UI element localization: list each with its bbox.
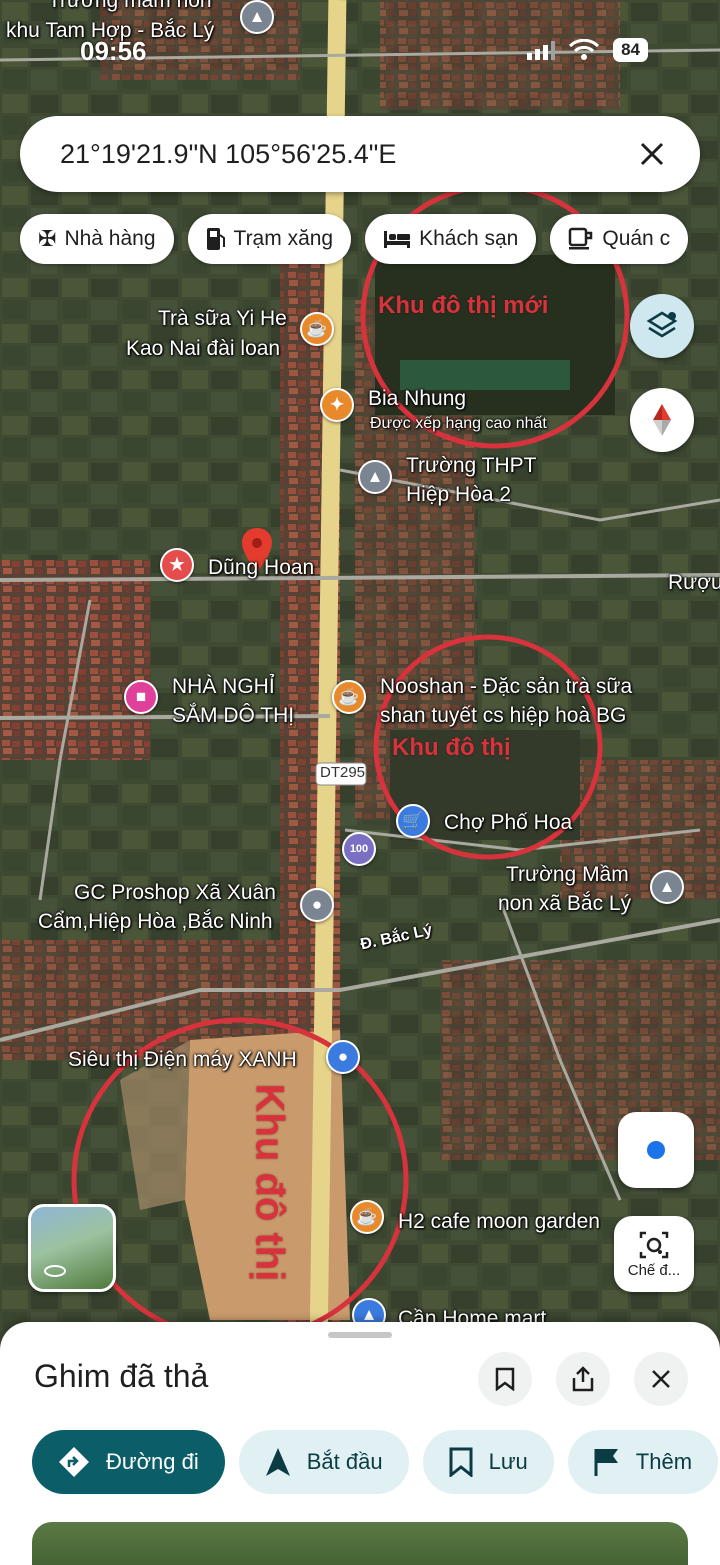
coffee-icon bbox=[569, 227, 593, 250]
street-view-thumbnail[interactable] bbox=[28, 1204, 116, 1292]
layers-button[interactable] bbox=[630, 294, 694, 358]
action-label: Bắt đầu bbox=[306, 1449, 383, 1474]
label-nooshan2[interactable]: shan tuyết cs hiệp hoà BG bbox=[380, 703, 626, 729]
compass-button[interactable] bbox=[630, 388, 694, 452]
label-pin[interactable]: Dũng Hoan bbox=[208, 555, 314, 581]
label-preschool[interactable]: Trường Mầm bbox=[506, 862, 629, 888]
label-cafe[interactable]: H2 cafe moon garden bbox=[398, 1209, 600, 1235]
close-icon[interactable] bbox=[634, 136, 670, 172]
label-guesthouse2[interactable]: SẮM DÔ THỊ bbox=[172, 703, 294, 729]
hotel-pin-icon[interactable]: ■ bbox=[124, 680, 158, 714]
label-proshop2[interactable]: Cẩm,Hiệp Hòa ,Bắc Ninh bbox=[38, 909, 273, 935]
camera-lens-icon bbox=[639, 1231, 669, 1258]
road-badge: DT295 bbox=[320, 764, 366, 781]
search-query[interactable]: 21°19'21.9"N 105°56'25.4"E bbox=[60, 139, 634, 170]
close-sheet-button[interactable] bbox=[634, 1352, 688, 1406]
bookmark-icon bbox=[449, 1447, 473, 1477]
start-button[interactable]: Bắt đầu bbox=[238, 1430, 409, 1494]
battery-indicator: 84 bbox=[613, 38, 648, 62]
label-top-school[interactable]: Trường mầm non bbox=[48, 0, 212, 14]
flag-icon bbox=[594, 1449, 618, 1476]
directions-button[interactable]: Đường đi bbox=[32, 1430, 225, 1494]
my-location-icon bbox=[647, 1141, 665, 1159]
navigate-arrow-icon bbox=[265, 1448, 290, 1476]
chip-label: Nhà hàng bbox=[64, 227, 156, 250]
shopping-cart-icon[interactable]: 🛒 bbox=[396, 804, 430, 838]
place-bottom-sheet[interactable]: Ghim đã thả Đường đi Bắt đầu Lưu Thêm bbox=[0, 1322, 720, 1565]
action-label: Thêm bbox=[635, 1449, 693, 1474]
label-milk-tea[interactable]: Trà sữa Yi He bbox=[158, 306, 287, 332]
label-highschool2[interactable]: Hiệp Hòa 2 bbox=[406, 482, 511, 508]
bookmark-icon bbox=[495, 1367, 515, 1391]
label-proshop[interactable]: GC Proshop Xã Xuân bbox=[74, 880, 276, 906]
preschool-pin-icon[interactable]: ▲ bbox=[650, 870, 684, 904]
sheet-drag-handle[interactable] bbox=[328, 1332, 392, 1338]
status-icons: 84 bbox=[527, 38, 648, 62]
save-bookmark-button[interactable] bbox=[478, 1352, 532, 1406]
chip-label: Quán c bbox=[602, 227, 671, 250]
chip-label: Trạm xăng bbox=[233, 227, 334, 250]
cafe-pin-icon-3[interactable]: ☕ bbox=[350, 1200, 384, 1234]
electronics-store-icon[interactable]: ● bbox=[326, 1040, 360, 1074]
lens-label: Chế đ... bbox=[627, 1261, 681, 1279]
label-preschool2[interactable]: non xã Bắc Lý bbox=[498, 891, 631, 917]
location-dot-pin-icon[interactable]: ● bbox=[300, 888, 334, 922]
rotate-360-icon bbox=[44, 1265, 66, 1277]
search-bar[interactable]: 21°19'21.9"N 105°56'25.4"E bbox=[20, 116, 700, 192]
sheet-title: Ghim đã thả bbox=[34, 1358, 209, 1394]
label-bia-sub: Được xếp hạng cao nhất bbox=[370, 415, 547, 432]
action-buttons: Đường đi Bắt đầu Lưu Thêm bbox=[32, 1430, 719, 1494]
category-chips: ✠ Nhà hàng Trạm xăng Khách sạn Quán c bbox=[20, 214, 689, 264]
label-dmx[interactable]: Siêu thị Điện máy XANH bbox=[68, 1047, 297, 1073]
compass-icon bbox=[653, 404, 671, 436]
label-highschool[interactable]: Trường THPT bbox=[406, 453, 537, 479]
chip-label: Khách sạn bbox=[419, 227, 519, 250]
action-label: Đường đi bbox=[106, 1449, 199, 1474]
school-pin-icon[interactable]: ▲ bbox=[240, 0, 274, 34]
annotation-zone-2: Khu đô thị bbox=[392, 734, 511, 761]
label-nooshan[interactable]: Nooshan - Đặc sản trà sữa bbox=[380, 674, 632, 700]
fork-knife-icon: ✠ bbox=[38, 226, 57, 251]
chip-hotels[interactable]: Khách sạn bbox=[365, 214, 537, 264]
more-button[interactable]: Thêm bbox=[567, 1430, 719, 1494]
highschool-pin-icon[interactable]: ▲ bbox=[358, 460, 392, 494]
wifi-icon bbox=[569, 39, 600, 60]
store-pin-icon[interactable]: ★ bbox=[160, 548, 194, 582]
place-photo[interactable] bbox=[32, 1522, 688, 1565]
cafe-pin-icon-2[interactable]: ☕ bbox=[332, 680, 366, 714]
map-screen: DT295 Trường mầm non khu Tam Hợp - Bắc L… bbox=[0, 0, 720, 1565]
annotation-zone-3: Khu đô thị bbox=[247, 1083, 292, 1282]
status-time: 09:56 bbox=[80, 36, 147, 66]
directions-icon bbox=[59, 1447, 89, 1477]
chip-restaurants[interactable]: ✠ Nhà hàng bbox=[20, 214, 174, 264]
chip-coffee[interactable]: Quán c bbox=[550, 214, 689, 264]
bed-icon bbox=[384, 231, 411, 248]
chip-gas-stations[interactable]: Trạm xăng bbox=[187, 214, 352, 264]
close-icon bbox=[652, 1370, 670, 1388]
label-market[interactable]: Chợ Phố Hoa bbox=[444, 810, 572, 836]
gas-station-icon bbox=[206, 228, 225, 250]
cafe-pin-icon[interactable]: ☕ bbox=[300, 312, 334, 346]
my-location-button[interactable] bbox=[618, 1112, 694, 1188]
label-bia[interactable]: Bia Nhung bbox=[368, 386, 466, 412]
store-100-icon[interactable]: 100 bbox=[342, 832, 376, 866]
label-ruou[interactable]: Rượu bbox=[668, 570, 720, 596]
annotation-zone-1: Khu đô thị mới bbox=[378, 292, 549, 319]
share-button[interactable] bbox=[556, 1352, 610, 1406]
action-label: Lưu bbox=[488, 1449, 528, 1474]
layers-icon bbox=[646, 311, 678, 338]
save-button[interactable]: Lưu bbox=[422, 1430, 554, 1494]
label-guesthouse[interactable]: NHÀ NGHỈ bbox=[172, 674, 275, 700]
restaurant-pin-icon[interactable]: ✦ bbox=[320, 388, 354, 422]
share-icon bbox=[572, 1366, 594, 1392]
label-milk-tea2[interactable]: Kao Nai đài loan bbox=[126, 336, 280, 362]
signal-icon bbox=[527, 41, 556, 60]
lens-button[interactable]: Chế đ... bbox=[614, 1216, 694, 1292]
